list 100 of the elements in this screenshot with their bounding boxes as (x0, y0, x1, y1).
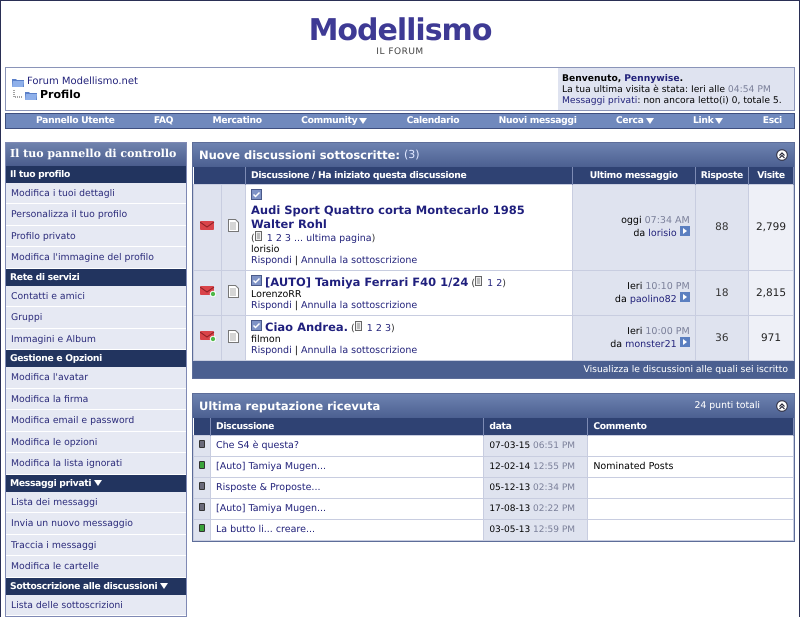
nav-link[interactable]: Nuovi messaggi (498, 114, 577, 128)
sidebar-item[interactable]: Modifica i tuoi dettagli (6, 182, 186, 204)
sidebar-item[interactable]: Modifica la firma (6, 388, 186, 410)
collapse-icon[interactable] (776, 400, 788, 412)
last-poster-link[interactable]: paolino82 (630, 294, 677, 304)
go-to-post-icon[interactable] (680, 336, 690, 346)
thread-title-link[interactable]: Audi Sport Quattro corta Montecarlo 1985 Walter Rohl (251, 202, 567, 230)
replies-count: 88 (695, 184, 748, 270)
column-header: Ultimo messaggio (572, 166, 696, 184)
views-count: 2,815 (748, 270, 794, 315)
page-link[interactable]: 3 (284, 232, 291, 244)
panel-title: Nuove discussioni sottoscritte: (199, 148, 400, 162)
sidebar-item[interactable]: Profilo privato (6, 226, 186, 247)
unsubscribe-link[interactable]: Annulla la sottoscrizione (301, 254, 418, 266)
page-link[interactable]: 2 (496, 278, 502, 288)
sidebar-item[interactable]: Modifica email e password (6, 410, 186, 432)
checkbox-icon (251, 320, 262, 330)
unsubscribe-link[interactable]: Annulla la sottoscrizione (301, 300, 418, 310)
go-to-post-icon[interactable] (680, 292, 690, 302)
logo-text[interactable]: Modellismo (308, 15, 492, 47)
page-link[interactable]: 1 (266, 232, 273, 244)
pages-icon (475, 276, 484, 286)
sidebar-item[interactable]: Contatti e amici (6, 286, 186, 307)
replies-count: 36 (695, 315, 748, 360)
breadcrumb-link[interactable]: Forum Modellismo.net (27, 76, 138, 88)
nav-link[interactable]: Esci (762, 114, 782, 128)
unsubscribe-link[interactable]: Annulla la sottoscrizione (301, 344, 418, 356)
sidebar-section-header[interactable]: Sottoscrizione alle discussioni (6, 578, 186, 594)
nav-link[interactable]: Mercatino (212, 114, 262, 128)
thread-link[interactable]: Che S4 è questa? (216, 440, 299, 451)
last-post-time: 10:10 PM (645, 280, 690, 292)
nav-link[interactable]: Community (301, 114, 368, 128)
reputation-time: 06:51 PM (533, 440, 576, 450)
reply-link[interactable]: Rispondi (251, 254, 292, 266)
page-link[interactable]: 2 (276, 232, 282, 244)
document-icon (228, 330, 239, 342)
last-visit-text: La tua ultima visita è stata: Ieri alle (562, 84, 725, 96)
last-poster-link[interactable]: lorisio (648, 228, 677, 239)
sidebar-item[interactable]: Immagini e Album (6, 328, 186, 350)
thread-title-link[interactable]: Ciao Andrea. (265, 320, 348, 334)
last-post-time: 07:34 AM (644, 215, 690, 226)
thread-title-link[interactable]: [AUTO] Tamiya Ferrari F40 1/24 (265, 274, 468, 288)
sidebar-item[interactable]: Modifica l'immagine del profilo (6, 247, 186, 268)
reputation-date: 05-12-13 (489, 482, 530, 492)
sidebar-item[interactable]: Personalizza il tuo profilo (6, 204, 186, 226)
username-link[interactable]: Pennywise (624, 73, 680, 84)
folder-icon (12, 76, 24, 87)
reputation-time: 12:55 PM (533, 462, 576, 472)
page-link[interactable]: 1 (487, 278, 494, 288)
last-post-day: oggi (621, 215, 642, 226)
last-post-day: Ieri (627, 326, 642, 336)
views-count: 2,799 (748, 184, 794, 270)
reputation-comment: Nominated Posts (593, 461, 674, 472)
sidebar-item[interactable]: Modifica le cartelle (6, 556, 186, 578)
private-messages-link[interactable]: Messaggi privati (562, 95, 638, 106)
paren: ) (390, 322, 395, 334)
column-header: Visite (748, 166, 794, 184)
pages-icon (254, 230, 264, 240)
sidebar-item[interactable]: Modifica le opzioni (6, 432, 186, 453)
punctuation: . (680, 73, 684, 84)
last-poster-link[interactable]: monster21 (625, 338, 677, 350)
nav-link[interactable]: Pannello Utente (36, 114, 115, 128)
document-icon (228, 284, 239, 298)
page-link[interactable]: 2 (376, 322, 382, 334)
pages-icon (354, 320, 364, 330)
nav-link[interactable]: Cerca (616, 114, 654, 128)
sidebar-item[interactable]: Modifica la lista ignorati (6, 453, 186, 474)
sidebar-item[interactable]: Lista delle sottoscrizioni (6, 594, 186, 616)
nav-link[interactable]: Link (692, 114, 724, 128)
reputation-time: 02:34 PM (533, 482, 576, 492)
thread-link[interactable]: La butto li... creare... (216, 524, 316, 535)
logo-subtitle: IL FORUM (376, 47, 424, 57)
paren: ) (372, 232, 376, 244)
page-link[interactable]: 1 (366, 322, 373, 334)
reply-link[interactable]: Rispondi (251, 300, 292, 310)
private-messages-text: : non ancora letto(i) 0, totale 5. (637, 95, 782, 106)
paren: ( (471, 278, 476, 288)
sidebar-item[interactable]: Lista dei messaggi (6, 492, 186, 513)
sidebar-section-header[interactable]: Messaggi privati (6, 474, 186, 492)
folder-icon (25, 90, 37, 100)
reputation-time: 12:59 PM (533, 524, 576, 534)
sidebar-section-header: Il tuo profilo (6, 166, 186, 182)
sidebar-item[interactable]: Traccia i messaggi (6, 534, 186, 556)
total-points: 24 punti totali (694, 400, 760, 411)
sidebar-item[interactable]: Invia un nuovo messaggio (6, 513, 186, 534)
page-link[interactable]: ... ultima pagina (294, 232, 372, 244)
column-header: data (484, 418, 588, 435)
by-label: da (633, 228, 646, 239)
sidebar-item[interactable]: Gruppi (6, 307, 186, 328)
go-to-post-icon[interactable] (680, 226, 690, 236)
caret-icon (359, 118, 368, 124)
reputation-time: 02:22 PM (533, 504, 576, 514)
page-link[interactable]: 3 (384, 322, 391, 334)
collapse-icon[interactable] (776, 148, 788, 160)
nav-link[interactable]: FAQ (154, 114, 174, 128)
reply-link[interactable]: Rispondi (251, 344, 292, 356)
nav-link[interactable]: Calendario (406, 114, 460, 128)
sidebar-item[interactable]: Modifica l'avatar (6, 367, 186, 388)
sidebar-section-header: Rete di servizi (6, 268, 186, 286)
column-header: Discussione (210, 418, 484, 435)
